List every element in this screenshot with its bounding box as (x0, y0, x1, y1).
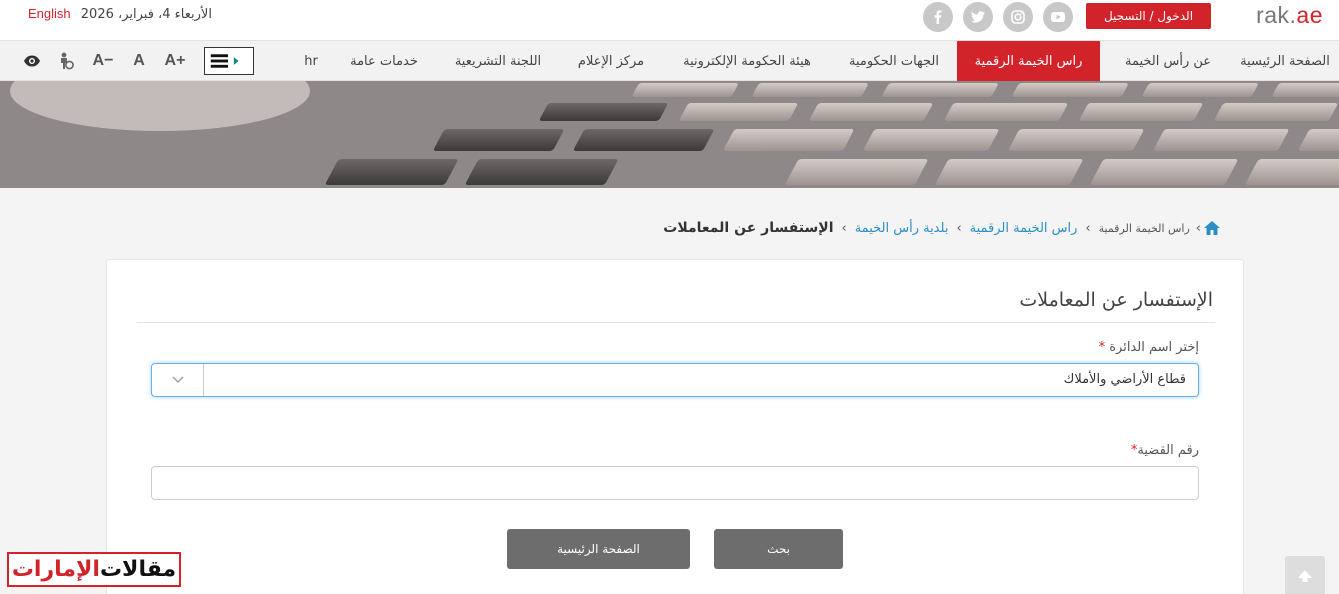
scroll-to-top-button[interactable] (1285, 556, 1325, 594)
current-date: الأربعاء 4، فبراير، 2026 (80, 7, 212, 22)
watermark-text-dark: مقالات (99, 557, 177, 582)
department-label-text: إختر اسم الدائرة (1109, 340, 1199, 355)
breadcrumb-separator: › (956, 220, 962, 236)
hamburger-menu-icon (210, 54, 239, 68)
arrow-up-icon (1298, 570, 1312, 582)
department-selected-value: قطاع الأراضي والأملاك (1063, 372, 1186, 387)
watermark-text-red: الإمارات (11, 557, 100, 582)
logo-accent-text: ae (1296, 2, 1323, 28)
youtube-icon[interactable] (1043, 2, 1073, 32)
nav-item-egov-authority[interactable]: هيئة الحكومة الإلكترونية (668, 41, 826, 81)
date-language-area: الأربعاء 4، فبراير، 2026 English (28, 6, 212, 22)
twitter-icon[interactable] (963, 2, 993, 32)
banner-keyboard-graphic (0, 81, 1339, 188)
font-decrease-button[interactable]: A− (88, 41, 118, 81)
breadcrumb-item-digital-rak-small[interactable]: راس الخيمة الرقمية (1099, 222, 1190, 235)
breadcrumb-separator: › (1085, 220, 1091, 236)
font-normal-button[interactable]: A (126, 41, 152, 81)
title-divider (137, 322, 1215, 323)
department-select[interactable]: قطاع الأراضي والأملاك (151, 363, 1199, 397)
nav-item-legislative-committee[interactable]: اللجنة التشريعية (442, 41, 554, 81)
case-number-label: رقم القضية* (1131, 443, 1199, 458)
form-title: الإستفسار عن المعاملات (1019, 289, 1213, 311)
nav-item-public-services[interactable]: خدمات عامة (340, 41, 428, 81)
instagram-icon[interactable] (1003, 2, 1033, 32)
logo-main-text: rak. (1256, 2, 1297, 28)
nav-item-media-center[interactable]: مركز الإعلام (568, 41, 654, 81)
english-language-link[interactable]: English (28, 6, 71, 21)
accessibility-icon[interactable] (54, 41, 78, 81)
nav-item-digital-rak[interactable]: راس الخيمة الرقمية (957, 41, 1100, 81)
breadcrumb: › راس الخيمة الرقمية › راس الخيمة الرقمي… (663, 217, 1221, 239)
login-register-button[interactable]: الدخول / التسجيل (1086, 3, 1211, 29)
nav-item-about-rak[interactable]: عن رأس الخيمة (1106, 41, 1230, 81)
breadcrumb-current-page: الإستفسار عن المعاملات (663, 220, 834, 236)
menu-toggle-button[interactable] (204, 47, 254, 75)
rak-logo[interactable]: rak.ae (1256, 2, 1323, 29)
eye-icon[interactable] (20, 41, 44, 81)
main-nav: الصفحة الرئيسية عن رأس الخيمة راس الخيمة… (0, 40, 1339, 81)
required-mark: * (1098, 340, 1106, 355)
watermark-logo: مقالات الإمارات (7, 552, 181, 587)
home-icon[interactable] (1203, 219, 1221, 237)
keyboard-banner-image (0, 81, 1339, 188)
top-bar: rak.ae الدخول / التسجيل الأربعاء 4، فبرا… (0, 0, 1339, 40)
nav-item-home[interactable]: الصفحة الرئيسية (1231, 41, 1339, 81)
department-label: إختر اسم الدائرة * (1099, 340, 1199, 355)
breadcrumb-item-rak-municipality[interactable]: بلدية رأس الخيمة (855, 221, 949, 236)
breadcrumb-item-digital-rak[interactable]: راس الخيمة الرقمية (970, 221, 1078, 236)
breadcrumb-separator: › (1195, 220, 1201, 236)
search-button[interactable]: بحث (714, 529, 843, 569)
nav-item-government-entities[interactable]: الجهات الحكومية (838, 41, 950, 81)
case-number-input[interactable] (151, 466, 1199, 500)
nav-item-hr[interactable]: hr (296, 41, 326, 81)
home-page-button[interactable]: الصفحة الرئيسية (507, 529, 690, 569)
facebook-icon[interactable] (923, 2, 953, 32)
chevron-down-icon (152, 364, 204, 396)
case-number-label-text: رقم القضية (1137, 443, 1199, 458)
font-increase-button[interactable]: A+ (160, 41, 190, 81)
transaction-inquiry-card: الإستفسار عن المعاملات إختر اسم الدائرة … (106, 259, 1244, 594)
breadcrumb-separator: › (841, 220, 847, 236)
